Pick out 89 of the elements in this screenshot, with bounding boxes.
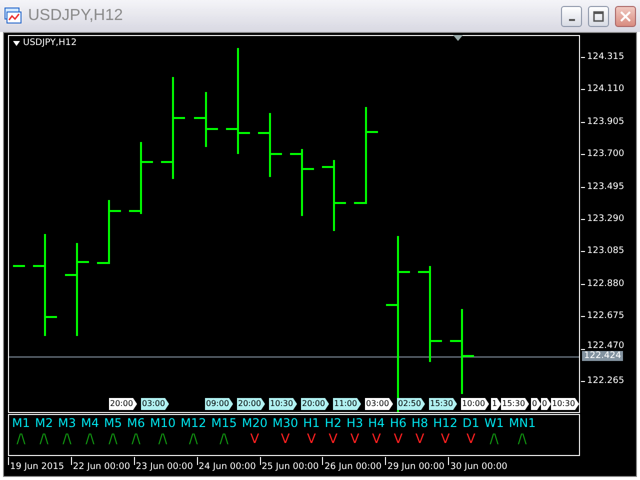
time-tag: 20:00 (301, 398, 330, 410)
time-tag: 10:30 (551, 398, 579, 410)
timeframe-label: H6 (390, 415, 406, 432)
price-label: 122.265 (587, 376, 624, 386)
time-tag: 10:30 (269, 398, 298, 410)
maximize-icon (593, 10, 604, 22)
price-label: 123.085 (587, 246, 624, 256)
timeframe-label: M20 (242, 415, 268, 432)
trend-arrow: V (250, 432, 260, 448)
time-tag: 15:30 (429, 398, 458, 410)
timeframe-label: M1 (12, 415, 30, 432)
timeframe-label: H4 (368, 415, 385, 432)
trend-arrow: V (307, 432, 316, 448)
time-tag: 15:30 (501, 398, 530, 410)
symbol-label: USDJPY,H12 (23, 38, 77, 49)
trend-arrow: /\ (490, 432, 498, 448)
trend-arrow: V (415, 432, 424, 448)
price-label: 124.110 (587, 84, 624, 94)
date-label: 30 Jun 00:00 (450, 461, 508, 474)
trend-arrow: /\ (86, 432, 94, 448)
timeframe-label: D1 (462, 415, 480, 432)
timeframe-label: M3 (58, 415, 76, 432)
time-tag: 0 (541, 398, 552, 410)
date-label: 25 Jun 00:00 (262, 461, 319, 474)
trend-arrow: V (350, 432, 360, 448)
time-tag: 1 (491, 398, 502, 410)
timeframe-label: M30 (272, 415, 298, 432)
date-label: 26 Jun 00:00 (324, 461, 382, 474)
date-label: 24 Jun 00:00 (198, 461, 256, 474)
price-label: 122.470 (587, 340, 624, 351)
timeframe-label: MN1 (508, 415, 536, 432)
trend-arrow: V (394, 432, 403, 448)
timeframe-label: M12 (180, 415, 206, 432)
timeframe-label: W1 (484, 415, 504, 432)
price-label: 124.315 (587, 52, 624, 62)
timeframe-label: H2 (324, 415, 342, 432)
date-label: 23 Jun 00:00 (136, 461, 193, 474)
time-tag: 0 (531, 398, 542, 410)
trend-arrow: /\ (189, 432, 198, 448)
bid-price-label: 122.424 (582, 351, 624, 361)
close-button[interactable] (615, 6, 636, 26)
timeframe-label: M2 (35, 415, 53, 432)
trend-arrow: /\ (40, 432, 48, 448)
timeframe-label: M6 (127, 415, 145, 432)
date-label: 22 Jun 00:00 (72, 461, 130, 474)
date-label: 19 Jun 2015 (10, 461, 64, 474)
window-title: USDJPY,H12 (28, 6, 124, 26)
trend-arrow: /\ (220, 432, 228, 448)
app-icon (4, 7, 22, 25)
shift-marker-icon[interactable] (453, 35, 463, 41)
trend-arrow: V (280, 432, 290, 448)
trend-arrow: /\ (62, 432, 72, 448)
trend-arrow: /\ (518, 432, 527, 448)
time-tag: 10:00 (461, 398, 490, 410)
time-tag: 09:00 (205, 398, 234, 410)
price-label: 122.880 (587, 278, 624, 289)
price-label: 122.675 (587, 311, 624, 322)
timeframe-label: H8 (411, 415, 428, 432)
price-label: 123.495 (587, 182, 624, 192)
minimize-icon (568, 18, 574, 20)
time-tag: 11:00 (333, 398, 362, 410)
maximize-button[interactable] (588, 6, 609, 26)
minimize-button[interactable] (561, 6, 582, 26)
timeframe-label: M5 (104, 415, 122, 432)
time-tag: 03:00 (141, 398, 170, 410)
time-tag: 20:00 (109, 398, 138, 410)
trend-arrow: /\ (16, 432, 26, 448)
dropdown-icon[interactable] (13, 41, 20, 46)
trend-arrow: /\ (132, 432, 140, 448)
timeframe-label: H1 (303, 415, 320, 432)
time-tag: 02:50 (397, 398, 426, 410)
timeframe-label: M15 (211, 415, 237, 432)
price-label: 123.905 (587, 116, 624, 127)
trend-arrow: /\ (108, 432, 118, 448)
timeframe-label: H12 (433, 415, 458, 432)
trend-arrow: V (328, 432, 338, 448)
trend-arrow: V (372, 432, 381, 448)
timeframe-label: H3 (346, 415, 364, 432)
price-label: 123.290 (587, 214, 624, 224)
timeframe-label: M4 (81, 415, 99, 432)
price-label: 123.700 (587, 149, 624, 160)
close-icon (620, 10, 631, 22)
time-tag: 20:00 (237, 398, 266, 410)
time-tag: 03:00 (365, 398, 394, 410)
trend-arrow: V (440, 432, 450, 448)
timeframe-label: M10 (150, 415, 176, 432)
date-label: 29 Jun 00:00 (387, 461, 445, 474)
trend-arrow: V (466, 432, 476, 448)
trend-arrow: /\ (158, 432, 168, 448)
